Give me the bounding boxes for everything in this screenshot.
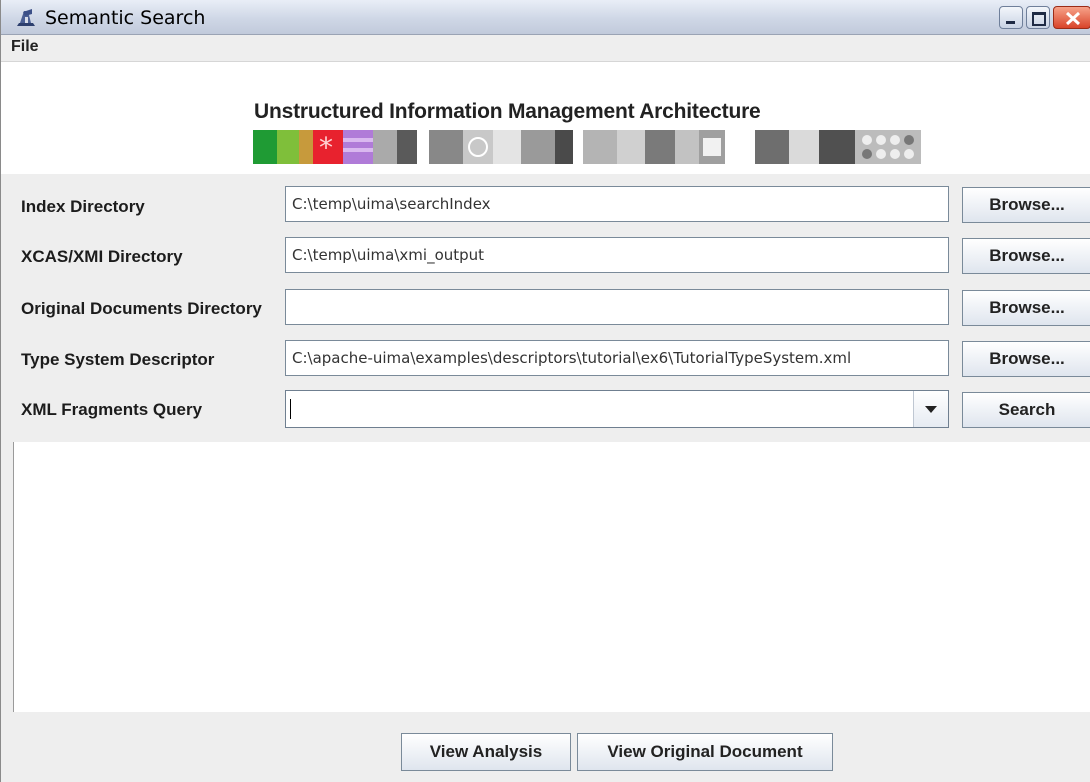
- browse-original-documents-button[interactable]: Browse...: [962, 290, 1090, 326]
- close-icon: [1065, 11, 1081, 26]
- view-original-document-button[interactable]: View Original Document: [577, 733, 833, 771]
- xml-fragments-query-label: XML Fragments Query: [21, 400, 203, 419]
- xml-fragments-query-combobox[interactable]: [285, 390, 949, 428]
- view-analysis-button[interactable]: View Analysis: [401, 733, 571, 771]
- maximize-button[interactable]: [1026, 6, 1050, 29]
- search-button[interactable]: Search: [962, 392, 1090, 428]
- query-dropdown-button[interactable]: [913, 391, 948, 427]
- menu-bar: File: [1, 35, 1090, 62]
- chevron-down-icon: [925, 406, 937, 413]
- menu-file[interactable]: File: [11, 38, 39, 56]
- svg-text:*: *: [319, 131, 333, 164]
- semantic-search-window: Semantic Search File Unstructured Inform…: [0, 0, 1090, 782]
- original-documents-directory-field[interactable]: [285, 289, 949, 325]
- original-documents-directory-label: Original Documents Directory: [21, 299, 262, 318]
- type-system-descriptor-label: Type System Descriptor: [21, 350, 215, 369]
- browse-index-button[interactable]: Browse...: [962, 187, 1090, 223]
- index-directory-label: Index Directory: [21, 197, 145, 216]
- minimize-button[interactable]: [999, 6, 1023, 29]
- minimize-icon: [1006, 21, 1015, 24]
- type-system-descriptor-field[interactable]: C:\apache-uima\examples\descriptors\tuto…: [285, 340, 949, 376]
- xcas-xmi-directory-label: XCAS/XMI Directory: [21, 247, 183, 266]
- browse-xcas-button[interactable]: Browse...: [962, 238, 1090, 274]
- title-bar[interactable]: Semantic Search: [1, 0, 1090, 35]
- xcas-xmi-directory-field[interactable]: C:\temp\uima\xmi_output: [285, 237, 949, 273]
- window-title: Semantic Search: [45, 7, 206, 29]
- text-caret: [290, 399, 291, 419]
- maximize-icon: [1032, 12, 1046, 26]
- uima-logo-strip: *: [253, 130, 921, 164]
- app-icon: [17, 9, 35, 26]
- results-panel[interactable]: [13, 442, 1090, 712]
- banner-title: Unstructured Information Management Arch…: [254, 100, 761, 123]
- index-directory-field[interactable]: C:\temp\uima\searchIndex: [285, 186, 949, 222]
- close-button[interactable]: [1053, 6, 1090, 29]
- browse-type-system-button[interactable]: Browse...: [962, 341, 1090, 377]
